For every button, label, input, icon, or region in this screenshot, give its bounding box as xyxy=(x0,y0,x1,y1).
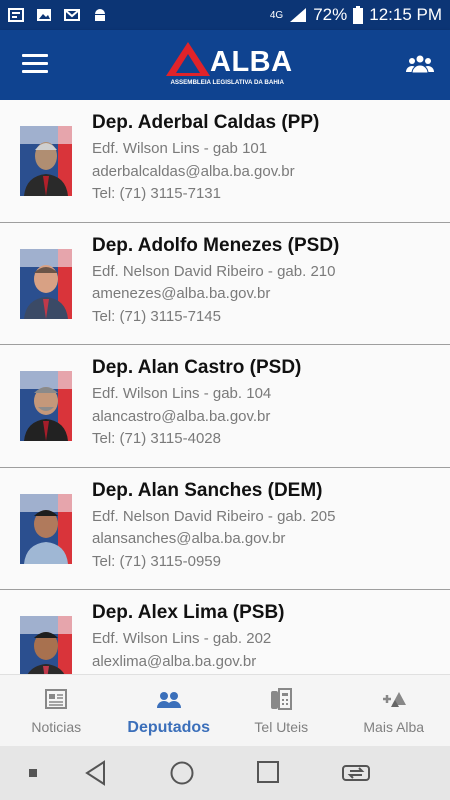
deputy-info: Dep. Alan Sanches (DEM) Edf. Nelson Davi… xyxy=(92,480,335,574)
android-icon xyxy=(95,9,105,21)
deputy-card[interactable]: Dep. Adolfo Menezes (PSD) Edf. Nelson Da… xyxy=(0,222,450,345)
system-nav-bar xyxy=(0,746,450,800)
deputy-photo xyxy=(20,126,72,196)
signal-icon xyxy=(290,8,307,22)
back-icon[interactable] xyxy=(84,760,108,786)
deputy-info: Dep. Alex Lima (PSB) Edf. Wilson Lins - … xyxy=(92,602,285,673)
menu-button[interactable] xyxy=(22,54,48,76)
battery-percent: 72% xyxy=(313,5,348,24)
deputy-name: Dep. Adolfo Menezes (PSD) xyxy=(92,234,340,256)
deputy-phone[interactable]: Tel: (71) 3115-0959 xyxy=(92,551,335,574)
deputy-phone[interactable]: Tel: (71) 3115-4028 xyxy=(92,428,301,451)
logo-triangle-icon xyxy=(166,42,210,76)
logo-text: ALBA xyxy=(210,46,293,78)
deputy-email[interactable]: alancastro@alba.ba.gov.br xyxy=(92,406,301,429)
nav-deputados[interactable]: Deputados xyxy=(113,675,226,746)
home-icon[interactable] xyxy=(169,760,195,786)
bottom-nav: Noticias Deputados Tel Uteis Mais Alba xyxy=(0,674,450,746)
deputy-email[interactable]: amenezes@alba.ba.gov.br xyxy=(92,283,339,306)
menu-icon xyxy=(22,54,48,57)
deputy-office: Edf. Nelson David Ribeiro - gab. 210 xyxy=(92,262,336,280)
clock: 12:15 PM xyxy=(369,5,442,24)
battery-icon xyxy=(353,6,364,24)
deputy-name: Dep. Alan Sanches (DEM) xyxy=(92,479,323,501)
nav-label: Tel Uteis xyxy=(254,719,309,735)
deputy-email[interactable]: aderbalcaldas@alba.ba.gov.br xyxy=(92,161,319,184)
notification-icon xyxy=(8,8,24,22)
deputy-info: Dep. Adolfo Menezes (PSD) Edf. Nelson Da… xyxy=(92,235,339,329)
switch-apps-icon[interactable] xyxy=(341,760,371,786)
deputy-card[interactable]: Dep. Alan Sanches (DEM) Edf. Nelson Davi… xyxy=(0,467,450,590)
nav-label: Noticias xyxy=(31,719,82,735)
newspaper-icon xyxy=(45,689,68,709)
dot-icon[interactable] xyxy=(27,767,39,779)
deputy-name: Dep. Alex Lima (PSB) xyxy=(92,602,285,623)
deputy-office: Edf. Nelson David Ribeiro - gab. 205 xyxy=(92,507,336,525)
deputy-card[interactable]: Dep. Alex Lima (PSB) Edf. Wilson Lins - … xyxy=(0,590,450,674)
gmail-icon xyxy=(64,9,80,21)
people-group-icon[interactable] xyxy=(406,52,434,76)
deputy-card[interactable]: Dep. Alan Castro (PSD) Edf. Wilson Lins … xyxy=(0,345,450,468)
people-icon xyxy=(156,692,181,708)
deputy-office: Edf. Wilson Lins - gab. 104 xyxy=(92,385,272,402)
alba-logo: ALBA ASSEMBLEIA LEGISLATIVA DA BAHIA xyxy=(166,42,292,90)
deputy-phone[interactable]: Tel: (71) 3115-7131 xyxy=(92,183,319,206)
deputy-email[interactable]: alansanches@alba.ba.gov.br xyxy=(92,528,335,551)
status-bar: 4G 72% 12:15 PM xyxy=(0,0,450,30)
menu-icon-line xyxy=(22,70,48,73)
deputy-card[interactable]: Dep. Aderbal Caldas (PP) Edf. Wilson Lin… xyxy=(0,100,450,223)
deputy-photo xyxy=(20,371,72,441)
nav-noticias[interactable]: Noticias xyxy=(0,675,113,746)
app-bar: ALBA ASSEMBLEIA LEGISLATIVA DA BAHIA xyxy=(0,30,450,100)
deputy-phone[interactable]: Tel: (71) 3115-7145 xyxy=(92,306,339,329)
menu-icon-line xyxy=(22,62,48,65)
deputy-office: Edf. Wilson Lins - gab 101 xyxy=(92,140,268,157)
deputy-office: Edf. Wilson Lins - gab. 202 xyxy=(92,630,272,647)
deputy-info: Dep. Aderbal Caldas (PP) Edf. Wilson Lin… xyxy=(92,112,319,206)
deputy-email[interactable]: alexlima@alba.ba.gov.br xyxy=(92,651,285,674)
more-icon xyxy=(382,692,406,707)
deputy-name: Dep. Aderbal Caldas (PP) xyxy=(92,112,320,133)
deputy-photo xyxy=(20,616,72,674)
logo-subtitle: ASSEMBLEIA LEGISLATIVA DA BAHIA xyxy=(170,79,284,86)
nav-mais-alba[interactable]: Mais Alba xyxy=(338,675,450,746)
deputy-name: Dep. Alan Castro (PSD) xyxy=(92,357,302,378)
phone-icon xyxy=(271,688,293,710)
image-icon xyxy=(37,9,51,21)
nav-label: Mais Alba xyxy=(363,719,425,735)
deputy-info: Dep. Alan Castro (PSD) Edf. Wilson Lins … xyxy=(92,357,301,451)
network-type: 4G xyxy=(269,9,284,21)
recents-icon[interactable] xyxy=(256,760,280,784)
nav-label: Deputados xyxy=(127,719,211,736)
deputy-photo xyxy=(20,493,72,564)
deputy-photo xyxy=(20,248,72,319)
nav-tel-uteis[interactable]: Tel Uteis xyxy=(225,675,338,746)
deputies-list[interactable]: Dep. Aderbal Caldas (PP) Edf. Wilson Lin… xyxy=(0,100,450,674)
